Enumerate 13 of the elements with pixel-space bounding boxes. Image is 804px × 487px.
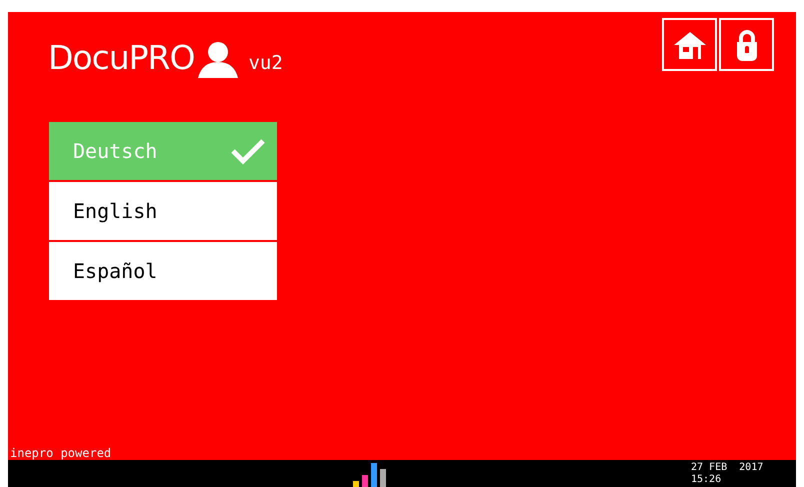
date-time-text: 27 FEB 2017 15:26 [691,462,764,486]
powered-by-text: inepro powered [9,446,112,460]
lock-icon [736,28,758,62]
toner-level-icon [353,463,387,487]
language-option[interactable]: Español [49,242,277,300]
language-option[interactable]: English [49,182,277,240]
home-icon [672,30,706,60]
user-icon [198,42,238,78]
home-button[interactable] [662,18,717,71]
check-icon [229,137,267,165]
brand-name: DocuPRO [48,38,194,78]
lock-button[interactable] [719,18,774,71]
user-name: vu2 [248,52,283,74]
